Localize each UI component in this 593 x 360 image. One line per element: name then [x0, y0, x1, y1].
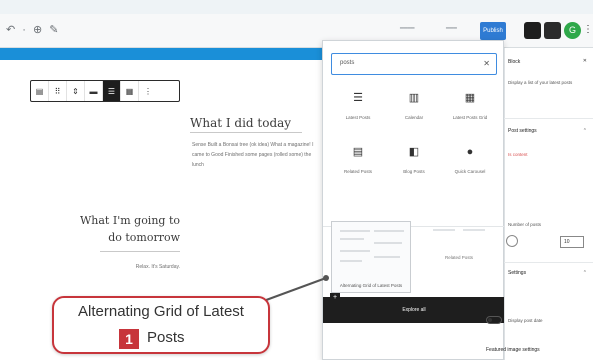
pattern-preview-related[interactable]: Related Posts [419, 221, 499, 293]
grid-icon: ▦ [464, 92, 476, 104]
grid-view-icon[interactable]: ▦ [121, 81, 139, 101]
block-label: Quick Carousel [454, 169, 486, 174]
callout-title: Alternating Grid of Latest [78, 303, 244, 320]
move-arrows-icon[interactable]: ⇕ [67, 81, 85, 101]
search-value: posts [340, 60, 355, 66]
block-item[interactable]: ☰ Latest Posts [331, 91, 385, 121]
annotation-callout: Alternating Grid of Latest 1 Posts [52, 296, 270, 354]
sidebar-section-heading: Featured image settings [486, 347, 540, 353]
plugin-icon[interactable] [544, 22, 561, 39]
toggle-label: Display post date [508, 318, 543, 323]
sidebar-warning-text: Is content [508, 152, 528, 157]
heading-underline [100, 251, 180, 252]
pattern-label: Related Posts [444, 255, 473, 260]
blog-icon: ◧ [408, 146, 420, 158]
number-of-posts-input[interactable]: 10 [560, 236, 584, 248]
block-item[interactable]: ▤ Related Posts [331, 145, 385, 175]
avatar[interactable]: G [564, 22, 581, 39]
block-options-icon[interactable]: ⋮ [139, 81, 157, 101]
block-toolbar[interactable]: ▤ ⠿ ⇕ ▬ ☰ ▦ ⋮ [30, 80, 180, 102]
pattern-label: Alternating Grid of Latest Posts [339, 283, 403, 288]
heading-what-im-going-to-do[interactable]: What I'm going to do tomorrow [58, 212, 180, 246]
sidebar-section-heading: Post settings [508, 128, 537, 134]
heading-what-i-did-today[interactable]: What I did today [190, 116, 291, 130]
paragraph-today[interactable]: Sense Built a Bonsai tree (ok idea) What… [192, 140, 320, 170]
callout-title-continued: Posts [147, 329, 185, 346]
block-label: Calendar [404, 115, 424, 120]
list-view-icon[interactable]: ☰ [103, 81, 121, 101]
block-type-icon[interactable]: ▤ [31, 81, 49, 101]
display-post-date-toggle[interactable] [486, 316, 502, 324]
archive-icon: ▥ [408, 92, 420, 104]
sidebar-divider [504, 262, 593, 263]
quote-icon: ● [466, 146, 474, 158]
screenshot-frame: ↶ · ⊕ ✎ ━━━━ ━━━ Publish G ⋮ ▤ ⠿ ⇕ ▬ ☰ ▦… [0, 0, 593, 360]
block-label: Latest Posts Grid [452, 115, 488, 120]
chevron-icon[interactable]: ✕ [583, 58, 587, 64]
pin-icon: ▤ [352, 146, 364, 158]
block-label: Related Posts [343, 169, 372, 174]
block-item[interactable]: ◧ Blog Posts [387, 145, 441, 175]
preview-link[interactable]: ━━━ [446, 25, 457, 32]
sidebar-description: Display a list of your latest posts [508, 80, 573, 85]
editor-top-toolbar: ↶ · ⊕ ✎ ━━━━ ━━━ Publish G ⋮ [0, 14, 593, 48]
publish-button[interactable]: Publish [480, 22, 506, 40]
block-label: Blog Posts [403, 169, 425, 174]
sidebar-section-heading: Settings [508, 270, 527, 276]
block-label: Latest Posts [345, 115, 371, 120]
block-item[interactable]: ▥ Calendar [387, 91, 441, 121]
heading-underline [190, 132, 302, 133]
settings-toggle-icon[interactable] [524, 22, 541, 39]
chevron-up-icon[interactable]: ⌃ [583, 128, 587, 134]
sidebar-divider [504, 118, 593, 119]
paragraph-relax[interactable]: Relax. It's Saturday. [98, 262, 180, 272]
block-search-input[interactable]: posts ✕ [331, 53, 497, 75]
heading-line-2: do tomorrow [108, 231, 180, 244]
heading-line-1: What I'm going to [79, 214, 180, 227]
clear-search-icon[interactable]: ✕ [483, 59, 490, 68]
chevron-up-icon[interactable]: ⌃ [583, 270, 587, 276]
add-block-icon[interactable]: + [330, 293, 340, 303]
info-icon[interactable]: ⊕ [33, 24, 44, 36]
block-item[interactable]: ▦ Latest Posts Grid [443, 91, 497, 121]
range-slider-handle[interactable] [506, 235, 518, 247]
tools-icon[interactable]: ✎ [49, 24, 60, 36]
block-item[interactable]: ● Quick Carousel [443, 145, 497, 175]
list-icon: ☰ [353, 92, 363, 104]
drag-handle-icon[interactable]: ⠿ [49, 81, 67, 101]
redo-icon[interactable]: · [22, 24, 28, 36]
settings-sidebar [504, 48, 593, 360]
align-icon[interactable]: ▬ [85, 81, 103, 101]
pattern-preview-alternating-grid[interactable]: Alternating Grid of Latest Posts [331, 221, 411, 293]
toolbar-left-icons: ↶ · ⊕ ✎ [6, 23, 61, 36]
block-inserter-panel: posts ✕ ☰ Latest Posts ▥ Calendar ▦ Late… [322, 40, 505, 360]
more-options-icon[interactable]: ⋮ [583, 24, 593, 35]
undo-icon[interactable]: ↶ [6, 24, 17, 36]
browse-all-button[interactable]: Explore all [323, 297, 505, 323]
sidebar-field-label: Number of posts [508, 222, 542, 227]
sidebar-heading: Block [508, 59, 521, 65]
save-draft-link[interactable]: ━━━━ [400, 25, 414, 32]
step-number-badge: 1 [119, 329, 139, 349]
